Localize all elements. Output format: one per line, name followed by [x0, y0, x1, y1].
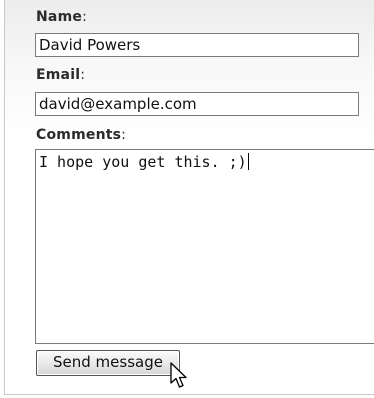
comments-label-text: Comments: [36, 127, 122, 143]
name-field-value: David Powers: [39, 36, 141, 54]
email-field[interactable]: david@example.com: [35, 92, 359, 116]
email-label: Email:: [36, 67, 85, 83]
text-caret: [247, 153, 249, 170]
email-field-value: david@example.com: [39, 95, 197, 113]
name-label-text: Name: [36, 9, 83, 25]
comments-label-colon: :: [121, 127, 127, 143]
page: Name: David Powers Email: david@example.…: [0, 0, 374, 398]
email-label-colon: :: [80, 67, 86, 83]
comments-textarea[interactable]: I hope you get this. ;): [35, 149, 374, 344]
send-message-label: Send message: [53, 353, 163, 371]
comments-textarea-value: I hope you get this. ;): [39, 153, 247, 171]
comments-label: Comments:: [36, 127, 126, 143]
name-label-colon: :: [82, 9, 87, 25]
send-message-button[interactable]: Send message: [36, 350, 180, 376]
name-label: Name:: [36, 9, 87, 25]
mouse-pointer-icon: [170, 362, 187, 388]
email-label-text: Email: [36, 67, 81, 83]
name-field[interactable]: David Powers: [35, 33, 359, 57]
